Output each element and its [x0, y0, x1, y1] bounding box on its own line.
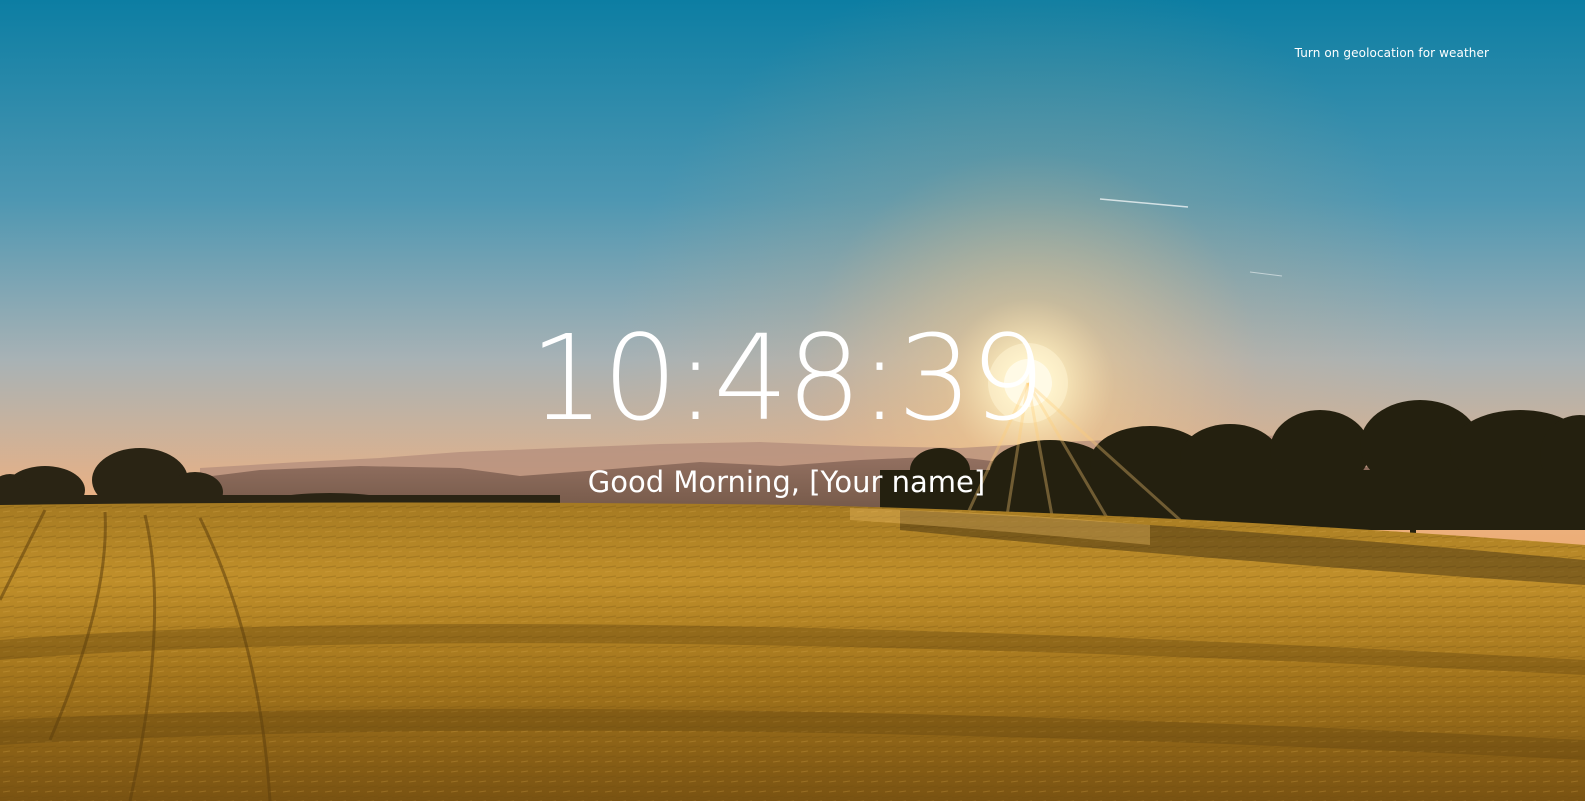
geolocation-weather-link[interactable]: Turn on geolocation for weather	[1295, 46, 1489, 60]
greeting-text: Good Morning, [Your name]	[587, 465, 986, 499]
clock-time: 10:48:39	[529, 309, 1046, 447]
